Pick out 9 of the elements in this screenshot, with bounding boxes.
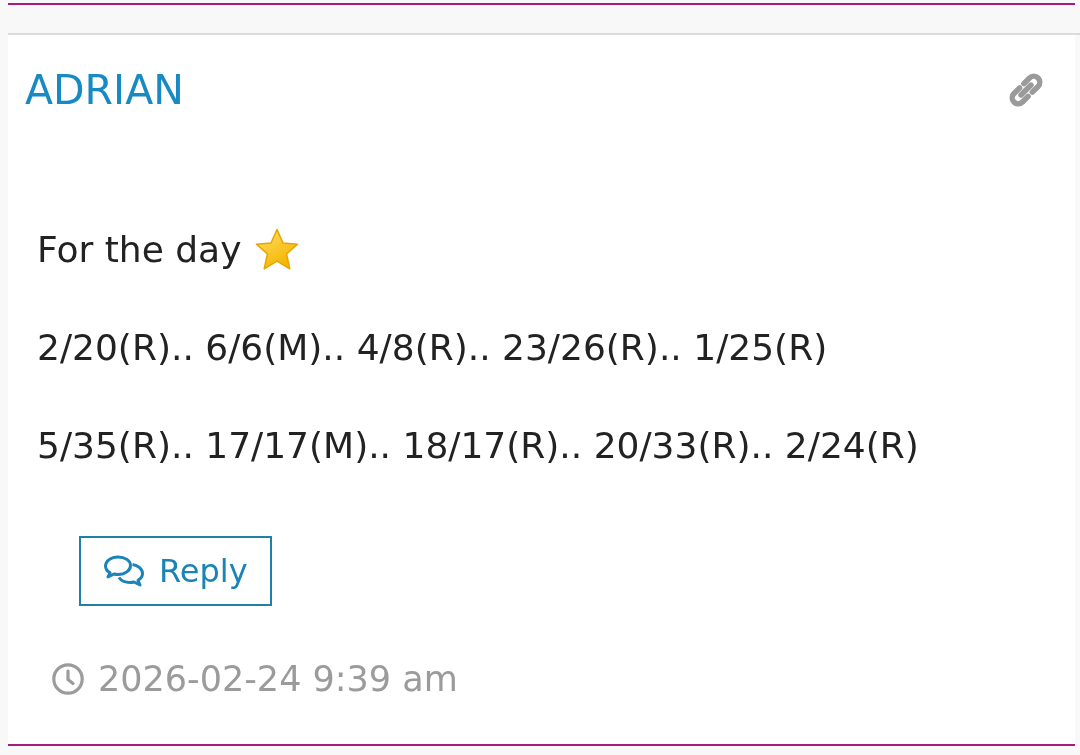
clock-icon	[52, 663, 84, 695]
star-icon	[255, 228, 300, 272]
author-name[interactable]: ADRIAN	[25, 66, 184, 114]
speech-bubbles-icon	[103, 554, 145, 588]
post-text: 2/20(R).. 6/6(M).. 4/8(R).. 23/26(R).. 1/25(R)	[37, 326, 828, 370]
reply-button[interactable]: Reply	[79, 536, 272, 606]
post-text: For the day	[37, 228, 242, 272]
post-text: 5/35(R).. 17/17(M).. 18/17(R).. 20/33(R).. 2/24(R)	[37, 424, 919, 468]
post-timestamp: 2026-02-24 9:39 am	[98, 659, 458, 699]
